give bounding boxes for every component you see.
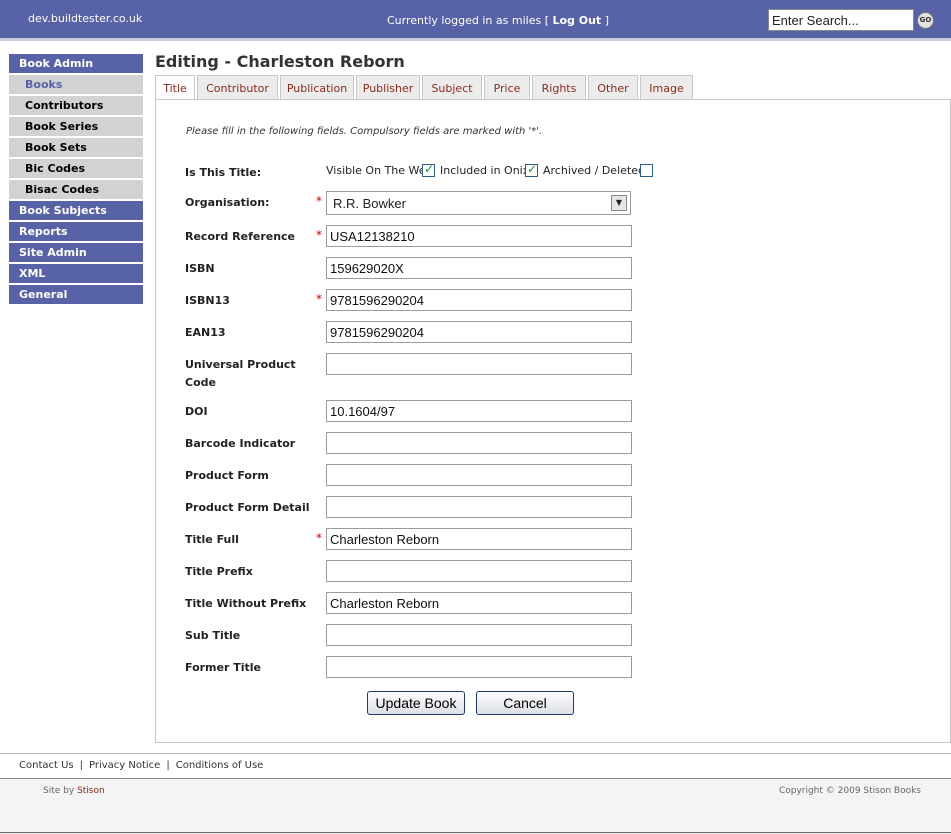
upc-input[interactable] — [326, 353, 632, 375]
footer-links: Contact Us | Privacy Notice | Conditions of … — [19, 760, 263, 771]
search-go-button[interactable]: GO — [917, 12, 934, 29]
former-title-input[interactable] — [326, 656, 632, 678]
footer-divider — [0, 753, 951, 754]
title-prefix-input[interactable] — [326, 560, 632, 582]
sidebar-item-books[interactable]: Books — [9, 75, 143, 94]
login-status: Currently logged in as miles [ Log Out ] — [387, 14, 609, 27]
cancel-button[interactable]: Cancel — [476, 691, 574, 715]
organisation-value: R.R. Bowker — [333, 196, 406, 211]
privacy-notice-link[interactable]: Privacy Notice — [89, 760, 160, 771]
sidebar-item-book-series[interactable]: Book Series — [9, 117, 143, 136]
tab-image[interactable]: Image — [640, 75, 693, 100]
login-prefix: Currently logged in as miles [ — [387, 14, 549, 27]
isbn13-label: ISBN13 — [185, 294, 230, 307]
product-form-detail-label: Product Form Detail — [185, 501, 310, 514]
title-without-prefix-input[interactable] — [326, 592, 632, 614]
site-by-prefix: Site by — [43, 786, 75, 796]
login-suffix: ] — [604, 14, 609, 27]
sub-title-input[interactable] — [326, 624, 632, 646]
title-full-input[interactable] — [326, 528, 632, 550]
record-reference-input[interactable] — [326, 225, 632, 247]
conditions-of-use-link[interactable]: Conditions of Use — [176, 760, 264, 771]
record-reference-label: Record Reference — [185, 230, 296, 243]
title-without-prefix-label: Title Without Prefix — [185, 597, 307, 610]
is-this-title-label: Is This Title: — [185, 166, 262, 179]
footer-separator: | — [166, 760, 170, 771]
tab-contributor[interactable]: Contributor — [197, 75, 278, 100]
sub-title-label: Sub Title — [185, 629, 241, 642]
product-form-label: Product Form — [185, 469, 269, 482]
included-in-onix-checkbox[interactable]: ✓ — [525, 162, 538, 177]
contact-us-link[interactable]: Contact Us — [19, 760, 74, 771]
barcode-indicator-label: Barcode Indicator — [185, 437, 296, 450]
footer-separator: | — [79, 760, 83, 771]
sidebar-item-bic-codes[interactable]: Bic Codes — [9, 159, 143, 178]
tab-price[interactable]: Price — [484, 75, 530, 100]
required-marker: * — [316, 194, 322, 208]
tab-publisher[interactable]: Publisher — [356, 75, 420, 100]
archived-deleted-label: Archived / Deleted — [543, 164, 645, 177]
page-title: Editing - Charleston Reborn — [155, 52, 405, 71]
sidebar-item-site-admin[interactable]: Site Admin — [9, 243, 143, 262]
sidebar: Book Admin Books Contributors Book Serie… — [9, 54, 143, 306]
logout-link[interactable]: Log Out — [552, 14, 601, 27]
sidebar-item-contributors[interactable]: Contributors — [9, 96, 143, 115]
tab-other[interactable]: Other — [588, 75, 638, 100]
doi-label: DOI — [185, 405, 208, 418]
barcode-indicator-input[interactable] — [326, 432, 632, 454]
check-icon: ✓ — [424, 162, 435, 176]
footer-bottom-line — [0, 832, 951, 833]
tab-subject[interactable]: Subject — [422, 75, 482, 100]
required-marker: * — [316, 228, 322, 242]
sidebar-item-book-admin[interactable]: Book Admin — [9, 54, 143, 73]
title-prefix-label: Title Prefix — [185, 565, 253, 578]
organisation-label: Organisation: — [185, 196, 270, 209]
site-by: Site by Stison — [43, 786, 105, 796]
required-marker: * — [316, 292, 322, 306]
sidebar-item-bisac-codes[interactable]: Bisac Codes — [9, 180, 143, 199]
tab-title[interactable]: Title — [155, 75, 195, 101]
ean13-label: EAN13 — [185, 326, 226, 339]
isbn-label: ISBN — [185, 262, 215, 275]
visible-on-web-label: Visible On The Web — [326, 164, 433, 177]
sidebar-item-book-subjects[interactable]: Book Subjects — [9, 201, 143, 220]
search-input[interactable] — [768, 9, 914, 31]
title-full-label: Title Full — [185, 533, 239, 546]
copyright: Copyright © 2009 Stison Books — [778, 786, 921, 796]
former-title-label: Former Title — [185, 661, 261, 674]
sidebar-item-book-sets[interactable]: Book Sets — [9, 138, 143, 157]
upc-label-line1: Universal Product — [185, 358, 296, 371]
chevron-down-icon[interactable]: ▼ — [611, 195, 627, 211]
organisation-select[interactable]: R.R. Bowker ▼ — [326, 191, 631, 215]
isbn-input[interactable] — [326, 257, 632, 279]
included-in-onix-label: Included in Onix — [440, 164, 530, 177]
tab-publication[interactable]: Publication — [280, 75, 354, 100]
header-bar: dev.buildtester.co.uk Currently logged i… — [0, 0, 951, 41]
product-form-detail-input[interactable] — [326, 496, 632, 518]
archived-deleted-checkbox[interactable] — [640, 164, 653, 177]
sidebar-item-general[interactable]: General — [9, 285, 143, 304]
required-marker: * — [316, 531, 322, 545]
upc-label-line2: Code — [185, 376, 216, 389]
check-icon: ✓ — [527, 162, 538, 176]
sidebar-item-reports[interactable]: Reports — [9, 222, 143, 241]
product-form-input[interactable] — [326, 464, 632, 486]
stison-link[interactable]: Stison — [77, 786, 105, 796]
update-book-button[interactable]: Update Book — [367, 691, 465, 715]
site-name: dev.buildtester.co.uk — [28, 12, 143, 25]
doi-input[interactable] — [326, 400, 632, 422]
ean13-input[interactable] — [326, 321, 632, 343]
sidebar-item-xml[interactable]: XML — [9, 264, 143, 283]
tab-rights[interactable]: Rights — [532, 75, 586, 100]
visible-on-web-checkbox[interactable]: ✓ — [422, 162, 435, 177]
form-instructions: Please fill in the following fields. Com… — [186, 126, 543, 137]
isbn13-input[interactable] — [326, 289, 632, 311]
